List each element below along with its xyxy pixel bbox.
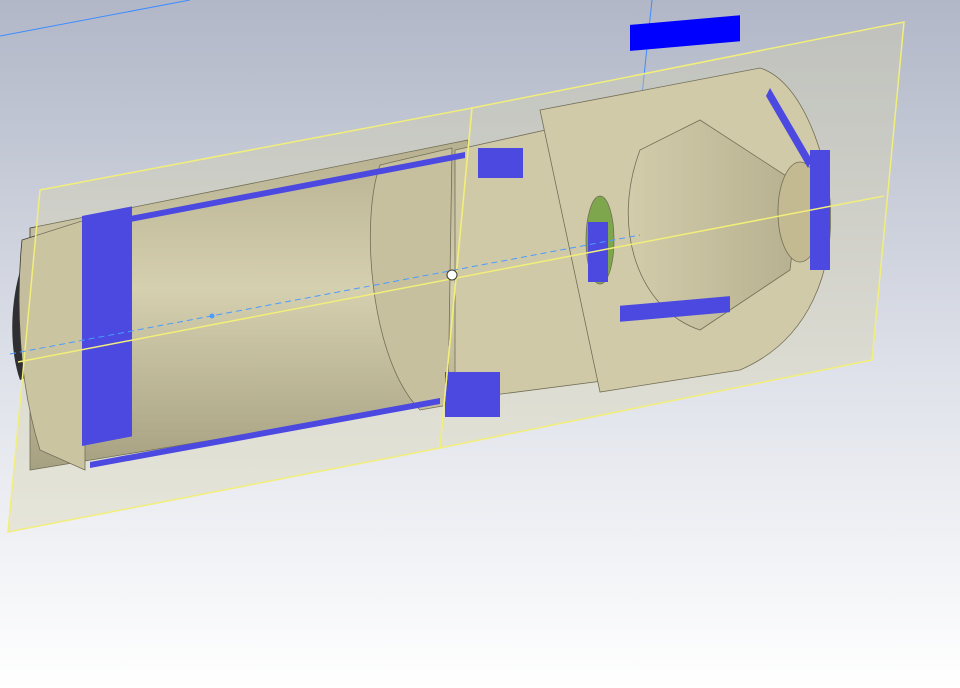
model-section-view[interactable]	[0, 0, 960, 688]
origin-point[interactable]	[209, 313, 215, 319]
graphics-viewport[interactable]	[0, 0, 960, 688]
center-marker[interactable]	[446, 269, 458, 281]
